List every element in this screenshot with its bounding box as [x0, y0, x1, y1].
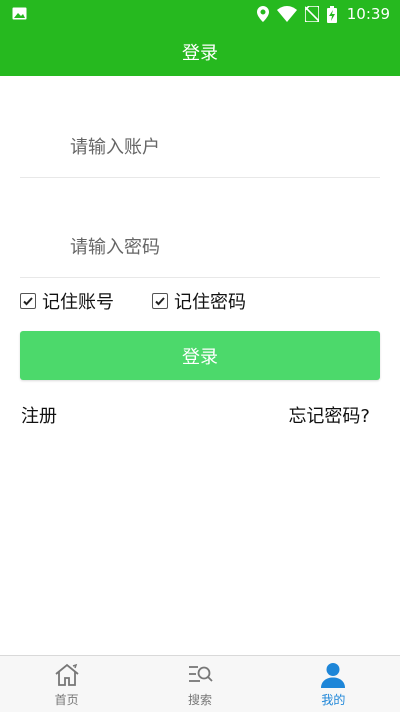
location-icon — [256, 6, 269, 22]
image-notification-icon — [12, 7, 27, 20]
home-icon — [55, 663, 79, 686]
register-link[interactable]: 注册 — [21, 402, 57, 428]
tab-search[interactable]: 搜索 — [133, 656, 266, 712]
tab-home-label: 首页 — [54, 693, 79, 707]
password-field[interactable] — [20, 217, 380, 278]
user-icon — [321, 663, 346, 688]
remember-account-checkbox[interactable]: 记住账号 — [20, 288, 114, 314]
battery-charging-icon — [326, 5, 337, 23]
remember-options: 记住账号 记住密码 — [20, 288, 246, 314]
search-icon — [188, 666, 213, 682]
remember-password-checkbox[interactable]: 记住密码 — [152, 288, 246, 314]
status-time: 10:39 — [346, 5, 390, 23]
checkbox-checked-icon[interactable] — [20, 293, 36, 309]
forgot-password-link[interactable]: 忘记密码? — [288, 402, 370, 428]
bottom-tab-bar: 首页 搜索 我的 — [0, 655, 400, 712]
account-field[interactable] — [20, 117, 380, 178]
checkbox-checked-icon[interactable] — [152, 293, 168, 309]
wifi-icon — [276, 6, 297, 22]
tab-search-label: 搜索 — [187, 693, 212, 707]
status-bar: 10:39 — [0, 0, 400, 28]
page-title: 登录 — [0, 28, 400, 76]
tab-home[interactable]: 首页 — [0, 656, 133, 712]
tab-mine-label: 我的 — [321, 693, 346, 707]
login-button[interactable]: 登录 — [20, 331, 380, 380]
remember-account-label: 记住账号 — [42, 292, 114, 313]
no-sim-icon — [304, 6, 319, 22]
account-input[interactable] — [68, 135, 362, 159]
remember-password-label: 记住密码 — [174, 292, 246, 313]
password-input[interactable] — [68, 235, 362, 259]
tab-mine[interactable]: 我的 — [267, 656, 400, 712]
